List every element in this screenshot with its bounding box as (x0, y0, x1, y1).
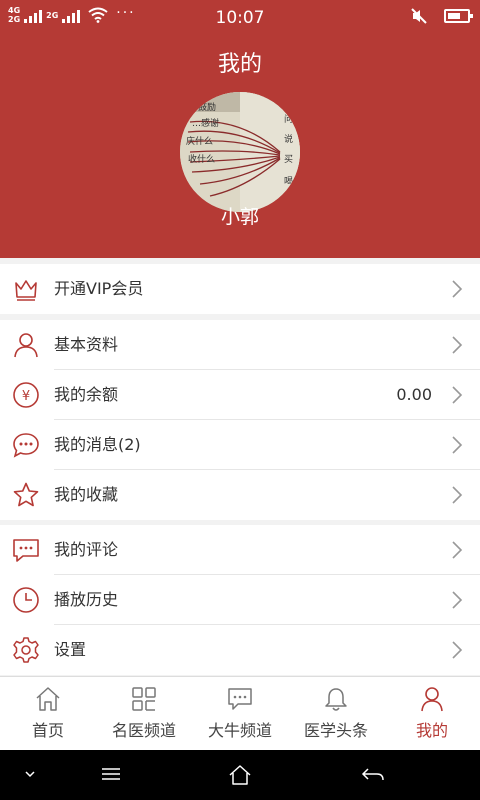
chat-bubble-icon (13, 433, 39, 458)
tab-mine[interactable]: 我的 (384, 677, 480, 751)
avatar-text-2: …感谢 (192, 117, 219, 129)
activity-group: 我的评论 播放历史 设置 (0, 525, 480, 675)
profile-header: 4G 2G 2G ··· 10:07 我的 鼓励 …感谢 庆什么 收什么 问 说… (0, 0, 480, 258)
chevron-right-icon (452, 486, 463, 504)
avatar-text-3: 庆什么 (186, 135, 213, 147)
tab-doctors[interactable]: 名医频道 (96, 677, 192, 751)
menu-item-messages[interactable]: 我的消息(2) (0, 420, 480, 470)
mute-icon (411, 8, 427, 24)
status-bar: 4G 2G 2G ··· 10:07 (0, 0, 480, 34)
status-right (410, 7, 473, 25)
chevron-right-icon (452, 336, 463, 354)
vip-group: 开通VIP会员 (0, 264, 480, 314)
star-icon (13, 482, 39, 507)
menu-item-vip[interactable]: 开通VIP会员 (0, 264, 480, 314)
tab-doctors-label: 名医频道 (111, 721, 176, 740)
menu-item-history-label: 播放历史 (54, 590, 119, 609)
battery-icon (444, 9, 473, 23)
home-icon (36, 687, 60, 711)
avatar-text-4: 收什么 (188, 153, 215, 165)
bottom-tab-bar: 首页 名医频道 大牛频道 医学头条 我的 (0, 676, 480, 750)
avatar-text-5: 问 (284, 113, 293, 125)
menu-item-comments-label: 我的评论 (54, 540, 119, 559)
tab-home[interactable]: 首页 (0, 677, 96, 751)
menu-item-settings[interactable]: 设置 (0, 625, 480, 675)
user-icon (421, 687, 443, 712)
tab-headlines[interactable]: 医学头条 (288, 677, 384, 751)
balance-value: 0.00 (396, 385, 432, 404)
back-icon[interactable] (360, 764, 386, 786)
gear-icon (13, 637, 39, 663)
comment-icon (13, 539, 39, 562)
grid-icon (132, 687, 156, 711)
chevron-down-icon[interactable] (22, 764, 38, 784)
chevron-right-icon (452, 591, 463, 609)
tab-home-label: 首页 (31, 721, 64, 740)
menu-item-favorites[interactable]: 我的收藏 (0, 470, 480, 520)
avatar-image: 鼓励 …感谢 庆什么 收什么 问 说 买 喝 (180, 92, 300, 212)
page-title: 我的 (217, 52, 262, 77)
avatar-text-1: 鼓励 (198, 101, 216, 113)
menu-item-messages-label: 我的消息(2) (54, 435, 141, 454)
svg-text:¥: ¥ (22, 389, 30, 404)
chevron-right-icon (452, 541, 463, 559)
clock-icon (13, 587, 39, 613)
tab-headlines-label: 医学头条 (303, 721, 368, 740)
chevron-right-icon (452, 436, 463, 454)
menu-icon[interactable] (100, 764, 122, 784)
account-group: 基本资料 ¥ 我的余额 0.00 我的消息(2) 我的收藏 (0, 320, 480, 520)
menu-item-favorites-label: 我的收藏 (54, 485, 119, 504)
menu-item-balance[interactable]: ¥ 我的余额 0.00 (0, 370, 480, 420)
app-root: 4G 2G 2G ··· 10:07 我的 鼓励 …感谢 庆什么 收什么 问 说… (0, 0, 480, 800)
menu-item-comments[interactable]: 我的评论 (0, 525, 480, 575)
chevron-right-icon (452, 386, 463, 404)
menu-item-balance-label: 我的余额 (54, 385, 119, 404)
crown-icon (15, 280, 37, 301)
menu-item-profile-label: 基本资料 (54, 335, 119, 354)
menu-item-profile[interactable]: 基本资料 (0, 320, 480, 370)
avatar-text-6: 说 (284, 133, 293, 145)
avatar-text-7: 买 (284, 154, 293, 165)
system-nav-bar (0, 750, 480, 800)
tab-experts[interactable]: 大牛频道 (192, 677, 288, 751)
menu-item-settings-label: 设置 (54, 640, 87, 659)
home-button-icon[interactable] (228, 764, 252, 786)
chat-dots-icon (228, 688, 252, 710)
tab-mine-label: 我的 (415, 721, 448, 740)
avatar-text-8: 喝 (284, 176, 293, 187)
menu-item-vip-label: 开通VIP会员 (54, 279, 144, 298)
chevron-right-icon (452, 641, 463, 659)
tab-experts-label: 大牛频道 (207, 721, 272, 740)
status-time: 10:07 (215, 8, 265, 28)
avatar[interactable]: 鼓励 …感谢 庆什么 收什么 问 说 买 喝 (180, 92, 300, 212)
person-icon (14, 333, 38, 358)
username: 小郭 (220, 206, 259, 228)
bell-icon (325, 688, 347, 711)
yen-icon: ¥ (13, 382, 39, 408)
chevron-right-icon (452, 280, 463, 298)
menu-item-history[interactable]: 播放历史 (0, 575, 480, 625)
